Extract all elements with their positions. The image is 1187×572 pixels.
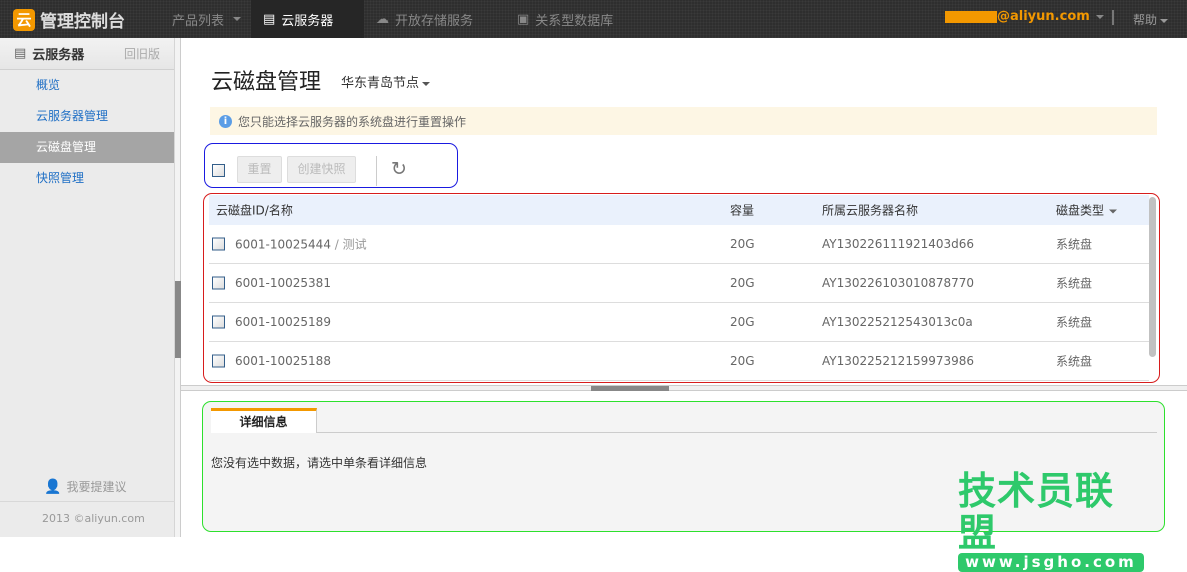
tab-divider — [211, 432, 1157, 433]
table-header: 云磁盘ID/名称 容量 所属云服务器名称 磁盘类型 — [209, 195, 1149, 225]
logo[interactable]: 云管理控制台 — [13, 7, 125, 32]
server-name: AY130226111921403d66 — [822, 237, 975, 251]
watermark: 技术员联盟 www.jsgho.com — [958, 470, 1144, 572]
nav-label: 产品列表 — [172, 13, 225, 29]
resize-handle[interactable] — [591, 386, 669, 391]
server-icon: ▤ — [14, 46, 27, 61]
server-name: AY130225212159973986 — [822, 354, 975, 368]
disk-type: 系统盘 — [1056, 237, 1093, 252]
row-checkbox[interactable] — [212, 237, 225, 251]
nav-rds[interactable]: ▣ 关系型数据库 — [505, 0, 625, 38]
sidebar-title: 云服务器 — [32, 48, 85, 63]
watermark-text: 技术员联盟 — [958, 469, 1115, 555]
notice-text: 您只能选择云服务器的系统盘进行重置操作 — [238, 114, 467, 129]
chevron-down-icon — [1109, 209, 1118, 213]
user-menu[interactable]: @aliyun.com — [945, 9, 1104, 24]
disk-id-text: 6001-10025381 — [235, 276, 331, 290]
table-row[interactable]: 6001-10025188 20G AY130225212159973986 系… — [209, 342, 1149, 381]
disk-id: 6001-10025381 — [235, 276, 331, 290]
disk-table: 云磁盘ID/名称 容量 所属云服务器名称 磁盘类型 6001-10025444 … — [203, 193, 1160, 383]
nav-label: 开放存储服务 — [395, 13, 474, 29]
sidebar-item-overview[interactable]: 概览 — [0, 70, 174, 101]
server-name: AY130226103010878770 — [822, 276, 975, 290]
column-header-size: 容量 — [730, 203, 755, 218]
nav-product-list[interactable]: 产品列表 — [160, 0, 253, 38]
watermark-url: www.jsgho.com — [958, 553, 1144, 572]
disk-size: 20G — [730, 354, 755, 368]
sidebar-item-snapshot-management[interactable]: 快照管理 — [0, 163, 174, 194]
user-feedback-icon: 👤 — [44, 478, 62, 495]
chevron-down-icon — [233, 17, 242, 21]
row-checkbox[interactable] — [212, 276, 225, 290]
page-title: 云磁盘管理 — [211, 70, 322, 95]
sidebar-item-disk-management[interactable]: 云磁盘管理 — [0, 132, 174, 163]
refresh-icon[interactable]: ↻ — [391, 158, 407, 180]
server-icon: ▤ — [263, 11, 276, 27]
sidebar: ▤ 云服务器 回旧版 概览 云服务器管理 云磁盘管理 快照管理 👤 我要提建议 201… — [0, 38, 175, 537]
chevron-down-icon — [422, 81, 431, 86]
suggest-link[interactable]: 👤 我要提建议 — [44, 478, 126, 495]
suggest-label: 我要提建议 — [66, 480, 127, 494]
nav-label: 云服务器 — [281, 13, 334, 29]
user-email: @aliyun.com — [997, 9, 1090, 24]
database-icon: ▣ — [517, 11, 530, 27]
select-all-checkbox[interactable] — [212, 164, 225, 177]
sidebar-item-server-management[interactable]: 云服务器管理 — [0, 101, 174, 132]
disk-id: 6001-10025188 — [235, 354, 331, 368]
tab-details[interactable]: 详细信息 — [211, 408, 317, 433]
sidebar-splitter[interactable] — [175, 38, 181, 537]
disk-id-text: 6001-10025188 — [235, 354, 331, 368]
table-row[interactable]: 6001-10025189 20G AY130225212543013c0a 系… — [209, 303, 1149, 342]
row-checkbox[interactable] — [212, 354, 225, 368]
table-row[interactable]: 6001-10025381 20G AY130226103010878770 系… — [209, 264, 1149, 303]
disk-type: 系统盘 — [1056, 315, 1093, 330]
server-name: AY130225212543013c0a — [822, 315, 973, 329]
cloud-storage-icon: ☁ — [376, 11, 389, 27]
info-icon: i — [219, 114, 232, 128]
disk-size: 20G — [730, 315, 755, 329]
chevron-down-icon — [1160, 18, 1169, 23]
sidebar-header: ▤ 云服务器 回旧版 — [0, 38, 174, 70]
disk-id: 6001-10025444 / 测试 — [235, 236, 367, 253]
collapse-handle[interactable] — [175, 281, 181, 358]
copyright: 2013 ©aliyun.com — [0, 501, 175, 525]
disk-type: 系统盘 — [1056, 354, 1093, 369]
logo-icon: 云 — [13, 8, 35, 31]
disk-id-text: 6001-10025189 — [235, 315, 331, 329]
help-label: 帮助 — [1133, 13, 1158, 27]
nav-label: 关系型数据库 — [535, 13, 614, 29]
notice-bar: i 您只能选择云服务器的系统盘进行重置操作 — [210, 107, 1157, 135]
region-label: 华东青岛节点 — [341, 76, 420, 91]
top-bar: 云管理控制台 产品列表 ▤ 云服务器 ☁ 开放存储服务 ▣ 关系型数据库 @aliyu… — [0, 0, 1187, 38]
scrollbar[interactable] — [1149, 197, 1156, 357]
disk-id: 6001-10025189 — [235, 315, 331, 329]
disk-name: / 测试 — [330, 237, 367, 252]
disk-type: 系统盘 — [1056, 276, 1093, 291]
table-row[interactable]: 6001-10025444 / 测试 20G AY130226111921403… — [209, 225, 1149, 264]
column-header-type[interactable]: 磁盘类型 — [1056, 202, 1118, 219]
create-snapshot-button[interactable]: 创建快照 — [287, 156, 356, 183]
reset-button[interactable]: 重置 — [237, 156, 282, 183]
help-menu[interactable]: 帮助 — [1133, 11, 1169, 28]
redaction — [945, 10, 997, 23]
column-header-server: 所属云服务器名称 — [822, 203, 919, 218]
nav-ecs[interactable]: ▤ 云服务器 — [251, 0, 364, 38]
nav-oss[interactable]: ☁ 开放存储服务 — [364, 0, 485, 38]
column-header-id: 云磁盘ID/名称 — [216, 203, 293, 218]
chevron-down-icon — [1095, 14, 1104, 19]
panel-splitter[interactable] — [181, 385, 1187, 391]
disk-id-text: 6001-10025444 — [235, 237, 331, 252]
disk-size: 20G — [730, 276, 755, 290]
divider — [1112, 10, 1114, 25]
old-version-link[interactable]: 回旧版 — [124, 45, 160, 62]
column-label: 磁盘类型 — [1056, 203, 1105, 218]
region-selector[interactable]: 华东青岛节点 — [341, 72, 431, 91]
empty-message: 您没有选中数据，请选中单条看详细信息 — [211, 456, 428, 470]
divider — [376, 156, 377, 186]
disk-size: 20G — [730, 237, 755, 251]
logo-text: 管理控制台 — [40, 12, 125, 32]
toolbar: 重置 创建快照 ↻ — [204, 143, 458, 188]
row-checkbox[interactable] — [212, 315, 225, 329]
